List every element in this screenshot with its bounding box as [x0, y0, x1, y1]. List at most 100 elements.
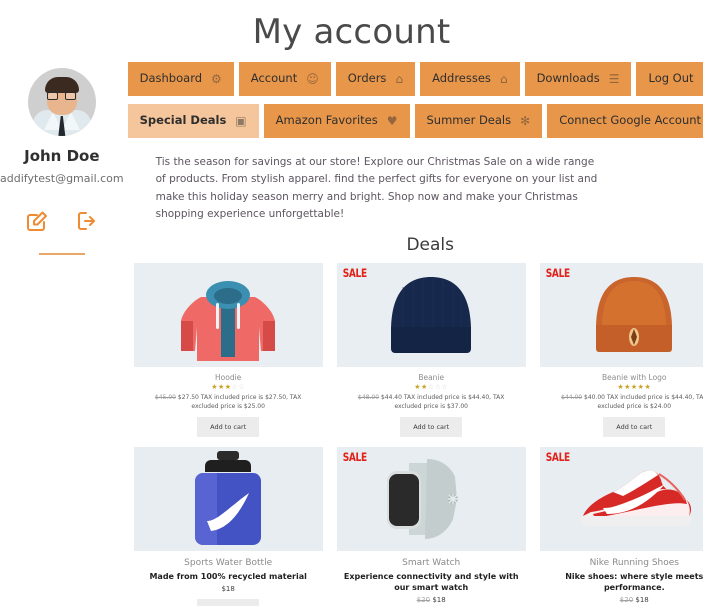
product-price-new: $18: [432, 595, 446, 604]
product-price-old: $20: [416, 595, 431, 604]
basket-icon: ⌂: [395, 72, 404, 86]
running-shoes-art: [580, 470, 692, 527]
tab-dashboard[interactable]: Dashboard ⚙: [127, 62, 234, 96]
product-name[interactable]: Hoodie: [134, 373, 323, 382]
product-card: SALE Smart Watch Experience connectivity a…: [336, 447, 526, 606]
tab-amazon-favorites[interactable]: Amazon Favorites ♥: [263, 104, 410, 138]
product-price-new: $18: [635, 595, 649, 604]
sidebar-actions: [25, 209, 99, 233]
tab-label: Summer Deals: [426, 113, 512, 128]
tab-label: Account: [250, 71, 298, 86]
product-rating: ★★★☆☆: [211, 383, 246, 392]
product-name[interactable]: Beanie with Logo: [540, 373, 703, 382]
tab-account[interactable]: Account ☺: [238, 62, 331, 96]
avatar-glasses-right: [64, 92, 76, 100]
product-price: $48.00 $44.40 TAX included price is $44.…: [358, 394, 505, 411]
avatar-glasses-left: [46, 92, 58, 100]
product-thumbnail[interactable]: SALE: [336, 447, 526, 552]
deals-heading: Deals: [406, 235, 454, 256]
product-card: Sports Water Bottle Made from 100% recycl…: [133, 447, 323, 606]
product-price-old: $48.00: [358, 394, 380, 402]
page-title: My account: [252, 12, 451, 52]
add-to-cart-button[interactable]: Add to cart: [197, 417, 260, 438]
sale-badge: SALE: [342, 268, 367, 281]
product-grid: Hoodie ★★★☆☆ $45.00 $27.50 TAX included pr…: [128, 263, 703, 606]
product-thumbnail[interactable]: [133, 263, 323, 368]
product-card: SALE Beanie ★★☆☆☆ $48.00 $44.40 TAX include…: [336, 263, 526, 441]
tab-label: Connect Google Account: [559, 113, 702, 128]
product-name[interactable]: Nike Running Shoes: [540, 558, 703, 568]
promo-intro-text: Tis the season for savings at our store!…: [155, 156, 598, 220]
tab-summer-deals[interactable]: Summer Deals ✻: [414, 104, 543, 138]
tab-row-primary: Dashboard ⚙ Account ☺ Orders ⌂ Addresses ⌂ Downl…: [127, 62, 703, 96]
product-price-old: $20: [619, 595, 634, 604]
smart-watch-art: [387, 459, 459, 540]
sale-badge: SALE: [545, 452, 570, 465]
product-price-old: $44.00: [561, 394, 583, 402]
avatar: [27, 68, 96, 136]
product-description: Experience connectivity and style with o…: [343, 572, 519, 593]
tab-label: Orders: [347, 71, 387, 86]
sun-icon: ✻: [520, 114, 531, 128]
tab-orders[interactable]: Orders ⌂: [335, 62, 416, 96]
account-body: John Doe addifytest@gmail.com Dashboard …: [0, 52, 703, 606]
tab-downloads[interactable]: Downloads ☰: [524, 62, 632, 96]
tab-row-secondary: Special Deals ▣ Amazon Favorites ♥ Summer De…: [127, 104, 703, 138]
hoodie-art: [181, 281, 276, 362]
my-account-page: My account John Doe addifytest@gmail.com: [0, 6, 703, 606]
product-description: Made from 100% recycled material: [149, 572, 307, 582]
beanie-orange-art: [596, 277, 673, 353]
product-thumbnail[interactable]: [133, 447, 323, 552]
tab-label: Dashboard: [139, 71, 203, 86]
beanie-navy-art: [391, 277, 472, 354]
product-thumbnail[interactable]: SALE: [336, 263, 526, 368]
product-name[interactable]: Smart Watch: [337, 558, 526, 568]
avatar-hair: [44, 77, 79, 93]
edit-profile-icon[interactable]: [25, 209, 49, 233]
product-name[interactable]: Sports Water Bottle: [134, 558, 323, 568]
product-price-new: $18: [221, 585, 235, 594]
water-bottle-art: [195, 451, 262, 546]
product-rating: ★★★★★: [617, 383, 652, 392]
product-price: $18: [134, 585, 323, 593]
product-card: SALE Beanie with Logo ★★★★★ $44.00 $40.00 T…: [539, 263, 703, 441]
camera-icon: ▣: [235, 114, 247, 128]
product-price-old: $45.00: [154, 394, 176, 402]
tab-special-deals[interactable]: Special Deals ▣: [127, 104, 259, 138]
tab-log-out[interactable]: Log Out→: [636, 62, 703, 96]
product-price: $44.00 $40.00 TAX included price is $44.…: [561, 394, 703, 411]
sale-badge: SALE: [545, 268, 570, 281]
user-name: John Doe: [24, 147, 100, 165]
product-thumbnail[interactable]: SALE: [539, 263, 703, 368]
product-thumbnail[interactable]: SALE: [539, 447, 703, 552]
tab-label: Amazon Favorites: [275, 113, 378, 128]
product-rating: ★★☆☆☆: [414, 383, 449, 392]
heart-icon: ♥: [386, 114, 398, 128]
tab-label: Addresses: [432, 71, 491, 86]
product-card: Hoodie ★★★☆☆ $45.00 $27.50 TAX included pr…: [133, 263, 323, 441]
sale-badge: SALE: [342, 452, 367, 465]
main-content: Dashboard ⚙ Account ☺ Orders ⌂ Addresses ⌂ Downl…: [124, 52, 703, 606]
tab-label: Special Deals: [139, 113, 227, 128]
product-description: Nike shoes: where style meets performanc…: [565, 572, 703, 593]
product-price: $20 $18: [337, 596, 526, 604]
tab-label: Downloads: [536, 71, 600, 86]
dashboard-icon: ⚙: [211, 72, 222, 86]
user-email: addifytest@gmail.com: [0, 172, 124, 185]
logout-icon[interactable]: [75, 209, 99, 233]
product-card: SALE Nike Running Shoes Nike shoes: where …: [539, 447, 703, 606]
tab-addresses[interactable]: Addresses ⌂: [420, 62, 520, 96]
sidebar-divider: [38, 253, 85, 255]
product-name[interactable]: Beanie: [337, 373, 526, 382]
product-price: $20 $18: [540, 596, 703, 604]
sidebar: John Doe addifytest@gmail.com: [0, 52, 124, 606]
tab-label: Log Out: [648, 71, 694, 86]
tab-connect-google-account[interactable]: Connect Google Account♟: [547, 104, 703, 138]
home-icon: ⌂: [499, 72, 508, 86]
file-icon: ☰: [608, 72, 620, 86]
add-to-cart-button[interactable]: Add to cart: [400, 417, 463, 438]
product-price: $45.00 $27.50 TAX included price is $27.…: [154, 394, 302, 411]
add-to-cart-button[interactable]: Add to cart: [197, 599, 260, 606]
add-to-cart-button[interactable]: Add to cart: [603, 417, 666, 438]
user-icon: ☺: [306, 72, 319, 86]
